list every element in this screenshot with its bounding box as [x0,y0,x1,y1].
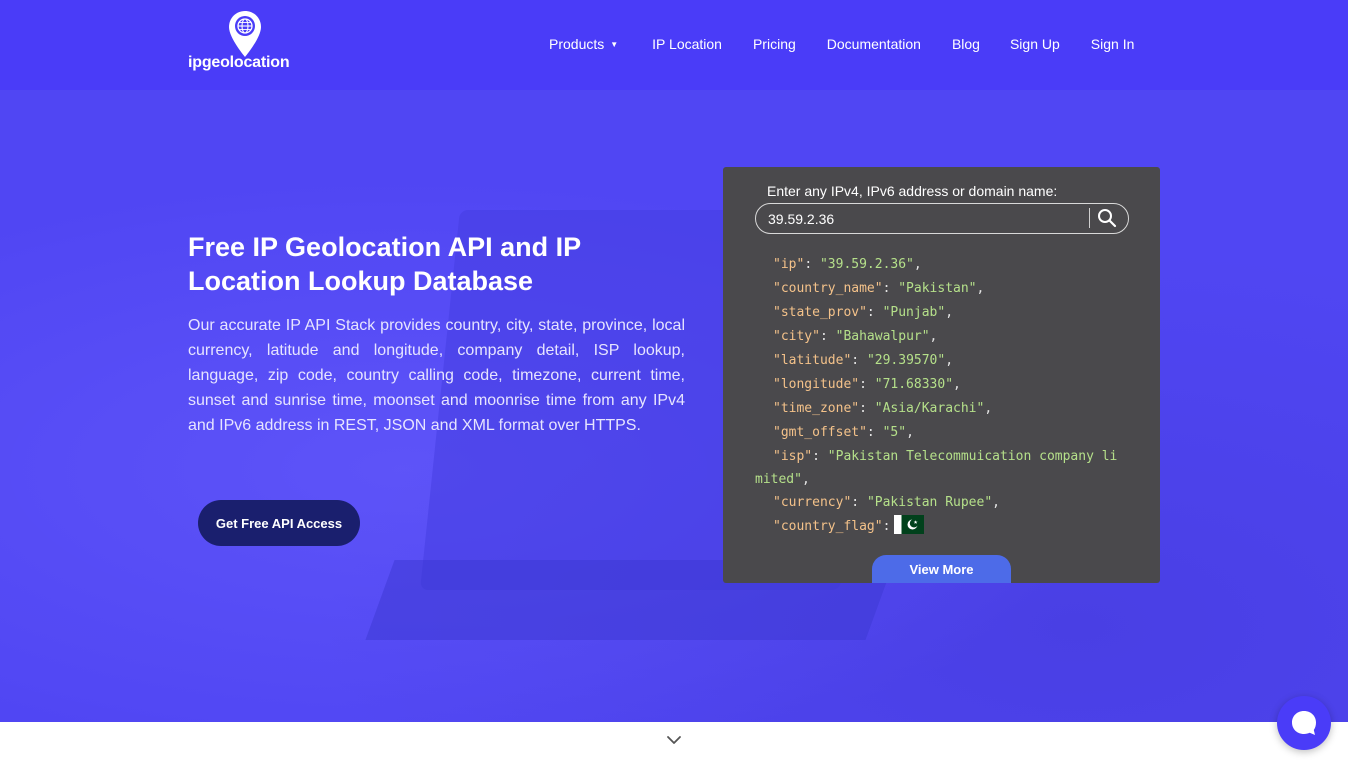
json-value: "Pakistan Rupee" [866,495,993,510]
nav-item-label: Sign In [1090,36,1135,52]
nav-item-label: Pricing [752,36,796,52]
json-key: "country_flag" [773,519,883,534]
hero-description: Our accurate IP API Stack provides count… [188,317,685,434]
json-line-ip: "ip": "39.59.2.36", [773,257,922,272]
json-line-isp-continued: mited", [755,472,810,487]
nav-item-label: IP Location [652,36,722,52]
json-value: "29.39570" [866,353,946,368]
json-key: "isp" [773,449,813,464]
json-value: "5" [882,425,907,440]
json-value: mited" [755,472,802,487]
json-line-longitude: "longitude": "71.68330", [773,377,961,392]
nav-item-label: Blog [951,36,980,52]
json-value: "39.59.2.36" [819,257,914,272]
json-value: "Pakistan Telecommuication company li [827,449,1118,464]
location-pin-globe-icon [229,11,261,57]
json-key: "gmt_offset" [773,425,867,440]
json-line-state-prov: "state_prov": "Punjab", [773,305,954,320]
main-nav: Products ▼ IP Location Pricing Documenta… [549,36,1134,52]
json-key: "time_zone" [773,401,860,416]
json-key: "latitude" [773,353,852,368]
json-line-time-zone: "time_zone": "Asia/Karachi", [773,401,993,416]
chat-icon [1292,711,1316,735]
json-key: "city" [773,329,820,344]
navbar: ipgeolocation Products ▼ IP Location Pri… [0,0,1348,90]
brand-name: ipgeolocation [188,54,290,71]
json-value: "Bahawalpur" [835,329,930,344]
json-value: "Asia/Karachi" [874,401,985,416]
json-value: "71.68330" [874,377,954,392]
json-key: "state_prov" [773,305,867,320]
nav-item-sign-up[interactable]: Sign Up [1010,36,1060,52]
json-key: "longitude" [773,377,860,392]
json-line-isp: "isp": "Pakistan Telecommuication compan… [773,449,1118,464]
brand-logo[interactable]: ipgeolocation [188,10,303,74]
pakistan-flag-icon [894,515,925,534]
json-line-gmt-offset: "gmt_offset": "5", [773,425,914,440]
json-key: "country_name" [773,281,883,296]
ip-search-input[interactable] [768,210,1078,228]
lookup-label: Enter any IPv4, IPv6 address or domain n… [767,183,1058,199]
get-free-api-access-button[interactable]: Get Free API Access [198,500,360,546]
nav-item-products[interactable]: Products ▼ [549,36,618,52]
json-line-country-name: "country_name": "Pakistan", [773,281,985,296]
nav-item-label: Products [549,36,605,52]
search-icon[interactable] [1096,207,1118,229]
nav-item-pricing[interactable]: Pricing [753,36,796,52]
json-value: "Pakistan" [898,281,977,296]
hero-title: Free IP Geolocation API and IP Location … [188,232,581,296]
nav-item-blog[interactable]: Blog [952,36,980,52]
json-key: "ip" [773,257,805,272]
json-key: "currency" [773,495,852,510]
lookup-result-json: "ip": "39.59.2.36", "country_name": "Pak… [755,253,1135,539]
search-divider [1089,208,1090,228]
caret-down-icon: ▼ [610,40,619,49]
nav-item-documentation[interactable]: Documentation [827,36,921,52]
ip-lookup-card: Enter any IPv4, IPv6 address or domain n… [723,167,1160,583]
hero-section: Free IP Geolocation API and IP Location … [0,90,1348,722]
view-more-button[interactable]: View More [872,555,1011,583]
ip-search-box [755,203,1129,234]
json-line-country-flag: "country_flag": [755,515,1135,539]
nav-item-ip-location[interactable]: IP Location [652,36,722,52]
json-line-currency: "currency": "Pakistan Rupee", [773,495,1000,510]
json-line-latitude: "latitude": "29.39570", [773,353,954,368]
chevron-down-icon[interactable] [664,733,684,747]
chat-widget-button[interactable] [1277,696,1331,750]
json-line-city: "city": "Bahawalpur", [773,329,938,344]
json-value: "Punjab" [882,305,946,320]
nav-item-sign-in[interactable]: Sign In [1091,36,1135,52]
nav-item-label: Documentation [826,36,921,52]
nav-item-label: Sign Up [1009,36,1060,52]
